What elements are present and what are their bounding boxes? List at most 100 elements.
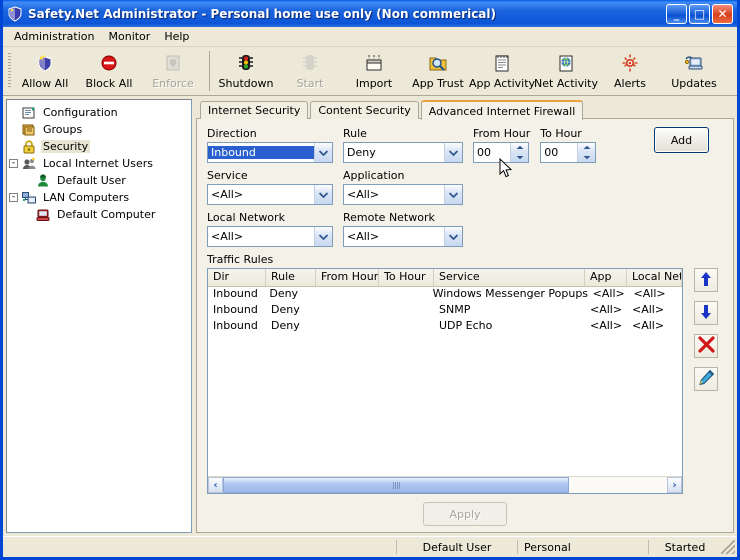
app-shield-icon — [7, 6, 23, 22]
globe-page-icon — [555, 53, 577, 75]
column-header-dir[interactable]: Dir — [208, 269, 266, 286]
chevron-down-icon[interactable] — [314, 143, 332, 162]
column-header-rule[interactable]: Rule — [266, 269, 316, 286]
move-up-button[interactable] — [694, 268, 718, 292]
application-combo[interactable]: <All> — [343, 184, 463, 205]
toolbar-label: Updates — [671, 77, 717, 90]
window-controls: _ □ ✕ — [666, 4, 733, 24]
status-mode: Personal — [518, 539, 648, 555]
delete-rule-button[interactable] — [694, 334, 718, 358]
spinner-up-icon[interactable] — [511, 143, 528, 153]
grid-header: Dir Rule From Hour To Hour Service App L… — [208, 269, 682, 287]
toolbar-net-activity[interactable]: Net Activity — [534, 47, 598, 95]
traffic-rules-grid[interactable]: Dir Rule From Hour To Hour Service App L… — [207, 268, 683, 494]
minimize-button[interactable]: _ — [666, 4, 687, 24]
service-combo[interactable]: <All> — [207, 184, 333, 205]
apply-row: Apply — [207, 494, 723, 526]
tree-node-security[interactable]: Security — [9, 138, 189, 155]
column-header-service[interactable]: Service — [434, 269, 585, 286]
horizontal-scrollbar[interactable]: ‹ › — [208, 476, 682, 493]
spinner-down-icon[interactable] — [511, 153, 528, 163]
scrollbar-thumb[interactable] — [223, 477, 569, 493]
import-box-icon — [363, 53, 385, 75]
menu-administration[interactable]: Administration — [7, 28, 102, 45]
column-header-app[interactable]: App — [585, 269, 627, 286]
maximize-icon: □ — [690, 5, 709, 23]
tree-node-local-internet-users[interactable]: - Local Internet Users — [9, 155, 189, 172]
tree-node-lan-computers[interactable]: - LAN Computers — [9, 189, 189, 206]
cell-dir: Inbound — [208, 287, 264, 303]
field-application: Application <All> — [343, 169, 463, 205]
add-button[interactable]: Add — [654, 127, 709, 153]
toolbar-start[interactable]: Start — [278, 47, 342, 95]
column-header-local-net[interactable]: Local Net — [627, 269, 682, 286]
scroll-left-button[interactable]: ‹ — [208, 477, 223, 493]
chevron-down-icon[interactable] — [444, 143, 462, 162]
toolbar-label: Start — [297, 77, 324, 90]
column-header-to-hour[interactable]: To Hour — [379, 269, 434, 286]
local-network-value: <All> — [208, 230, 314, 243]
tree-node-default-user[interactable]: Default User — [9, 172, 189, 189]
field-local-network: Local Network <All> — [207, 211, 333, 247]
toolbar-label: Block All — [86, 77, 133, 90]
tree-expander[interactable]: - — [9, 193, 18, 202]
field-remote-network: Remote Network <All> — [343, 211, 463, 247]
cell-from-hour — [316, 319, 379, 335]
column-header-from-hour[interactable]: From Hour — [316, 269, 379, 286]
spinner-buttons[interactable] — [577, 143, 595, 162]
toolbar-grip[interactable] — [5, 47, 13, 95]
close-button[interactable]: ✕ — [712, 4, 733, 24]
to-hour-spinner[interactable]: 00 — [540, 142, 596, 163]
table-row[interactable]: Inbound Deny SNMP <All> <All> — [208, 303, 682, 319]
table-row[interactable]: Inbound Deny UDP Echo <All> <All> — [208, 319, 682, 335]
spinner-down-icon[interactable] — [578, 153, 595, 163]
close-icon: ✕ — [713, 5, 732, 23]
table-row[interactable]: Inbound Deny Windows Messenger Popups <A… — [208, 287, 682, 303]
tab-content-security[interactable]: Content Security — [310, 101, 418, 119]
chevron-down-icon[interactable] — [314, 185, 332, 204]
move-down-button[interactable] — [694, 301, 718, 325]
tree-node-default-computer[interactable]: Default Computer — [9, 206, 189, 223]
toolbar-shutdown[interactable]: Shutdown — [214, 47, 278, 95]
chevron-down-icon[interactable] — [444, 185, 462, 204]
field-rule: Rule Deny — [343, 127, 463, 163]
minimize-icon: _ — [667, 5, 686, 23]
chevron-down-icon[interactable] — [314, 227, 332, 246]
tree-node-configuration[interactable]: Configuration — [9, 104, 189, 121]
tree-expander[interactable]: - — [9, 159, 18, 168]
toolbar-block-all[interactable]: Block All — [77, 47, 141, 95]
scroll-right-button[interactable]: › — [667, 477, 682, 493]
local-network-combo[interactable]: <All> — [207, 226, 333, 247]
tab-internet-security[interactable]: Internet Security — [200, 101, 308, 119]
menu-help[interactable]: Help — [157, 28, 196, 45]
edit-rule-button[interactable] — [694, 367, 718, 391]
red-x-icon — [698, 336, 715, 356]
menu-monitor[interactable]: Monitor — [102, 28, 158, 45]
toolbar-alerts[interactable]: Alerts — [598, 47, 662, 95]
toolbar-app-trust[interactable]: App Trust — [406, 47, 470, 95]
rule-combo[interactable]: Deny — [343, 142, 463, 163]
maximize-button[interactable]: □ — [689, 4, 710, 24]
toolbar-enforce[interactable]: Enforce — [141, 47, 205, 95]
tree-node-label: Default User — [55, 174, 128, 187]
field-to-hour: To Hour 00 — [540, 127, 596, 163]
toolbar-app-activity[interactable]: App Activity — [470, 47, 534, 95]
toolbar-allow-all[interactable]: Allow All — [13, 47, 77, 95]
chevron-down-icon[interactable] — [444, 227, 462, 246]
field-direction: Direction Inbound — [207, 127, 333, 163]
toolbar-updates[interactable]: Updates — [662, 47, 726, 95]
from-hour-spinner[interactable]: 00 — [473, 142, 529, 163]
tree-node-groups[interactable]: Groups — [9, 121, 189, 138]
resize-grip[interactable] — [721, 540, 735, 554]
spinner-buttons[interactable] — [510, 143, 528, 162]
tab-advanced-internet-firewall[interactable]: Advanced Internet Firewall — [421, 100, 584, 120]
scrollbar-track[interactable] — [223, 477, 667, 493]
navigation-tree[interactable]: Configuration Groups — [6, 99, 192, 533]
toolbar-import[interactable]: Import — [342, 47, 406, 95]
main-body: Configuration Groups — [3, 96, 737, 536]
cell-rule: Deny — [264, 287, 313, 303]
direction-combo[interactable]: Inbound — [207, 142, 333, 163]
apply-button[interactable]: Apply — [423, 502, 507, 526]
remote-network-combo[interactable]: <All> — [343, 226, 463, 247]
spinner-up-icon[interactable] — [578, 143, 595, 153]
